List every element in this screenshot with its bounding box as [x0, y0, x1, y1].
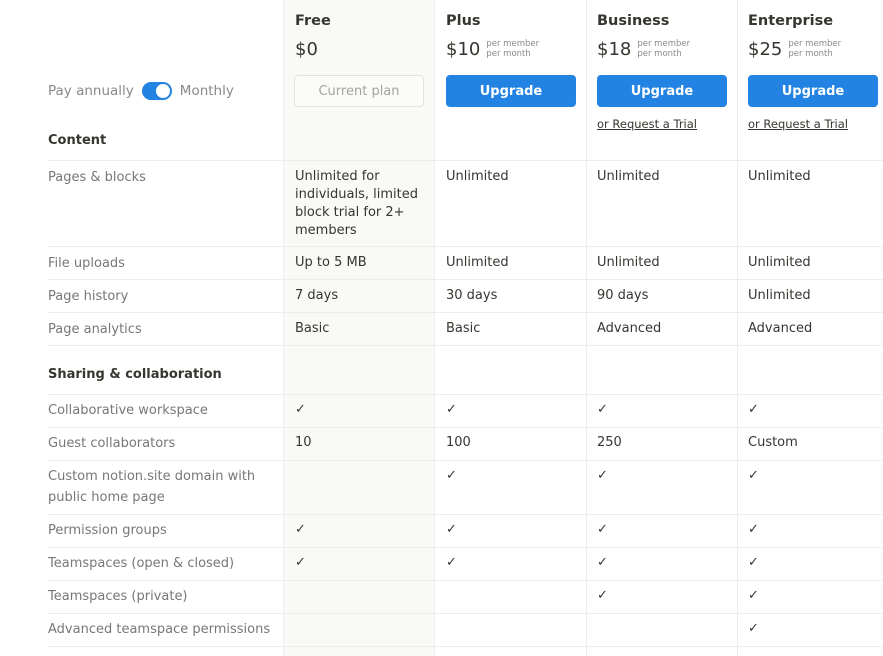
feature-value: 90 days: [597, 288, 649, 303]
current-plan-button[interactable]: Current plan: [294, 75, 424, 107]
upgrade-business-button[interactable]: Upgrade: [597, 75, 727, 107]
column-divider: [434, 0, 435, 656]
feature-value: 7 days: [295, 288, 339, 303]
row-divider: [48, 580, 883, 581]
feature-label: Teamspaces (private): [48, 589, 188, 604]
request-trial-business-link[interactable]: or Request a Trial: [597, 117, 697, 131]
feature-label: Custom notion.site domain with public ho…: [48, 469, 256, 505]
feature-value: Unlimited: [597, 169, 660, 184]
plan-name: Business: [597, 13, 670, 29]
checkmark-icon: ✓: [446, 555, 457, 570]
checkmark-icon: ✓: [295, 555, 306, 570]
plan-name: Plus: [446, 13, 481, 29]
feature-value: Custom: [748, 435, 798, 450]
feature-value: 30 days: [446, 288, 498, 303]
section-title: Sharing & collaboration: [48, 367, 222, 382]
feature-label: File uploads: [48, 256, 125, 271]
price-note: per member per month: [788, 39, 842, 59]
feature-value: Unlimited for individuals, limited block…: [295, 169, 418, 238]
checkmark-icon: ✓: [748, 522, 759, 537]
feature-label: Page history: [48, 289, 129, 304]
feature-value: Unlimited: [748, 288, 811, 303]
checkmark-icon: ✓: [597, 522, 608, 537]
row-divider: [48, 345, 883, 346]
toggle-knob: [155, 84, 170, 98]
row-divider: [48, 246, 883, 247]
request-trial-enterprise-link[interactable]: or Request a Trial: [748, 117, 848, 131]
row-divider: [48, 427, 883, 428]
feature-value: Advanced: [597, 321, 662, 336]
feature-label: Advanced teamspace permissions: [48, 622, 271, 637]
plan-name: Enterprise: [748, 13, 834, 29]
feature-value: Basic: [295, 321, 330, 336]
checkmark-icon: ✓: [295, 522, 306, 537]
feature-value: Basic: [446, 321, 481, 336]
feature-label: Pages & blocks: [48, 170, 146, 185]
section-title: Content: [48, 133, 107, 148]
price-note: per member per month: [637, 39, 691, 59]
column-divider: [283, 0, 284, 656]
checkmark-icon: ✓: [748, 555, 759, 570]
checkmark-icon: ✓: [446, 402, 457, 417]
monthly-label[interactable]: Monthly: [180, 83, 234, 99]
price-note: per member per month: [486, 39, 540, 59]
checkmark-icon: ✓: [748, 621, 759, 636]
checkmark-icon: ✓: [748, 468, 759, 483]
plan-price: $25: [748, 39, 783, 60]
feature-label: Permission groups: [48, 523, 167, 538]
row-divider: [48, 312, 883, 313]
checkmark-icon: ✓: [446, 468, 457, 483]
billing-toggle[interactable]: [141, 82, 172, 100]
row-divider: [48, 514, 883, 515]
feature-label: Page analytics: [48, 322, 142, 337]
feature-label: Guest collaborators: [48, 436, 176, 451]
feature-value: Up to 5 MB: [295, 255, 367, 270]
column-divider: [586, 0, 587, 656]
plan-price: $10: [446, 39, 481, 60]
upgrade-enterprise-button[interactable]: Upgrade: [748, 75, 878, 107]
checkmark-icon: ✓: [446, 522, 457, 537]
pay-annually-label[interactable]: Pay annually: [48, 83, 134, 99]
feature-value: Unlimited: [748, 255, 811, 270]
checkmark-icon: ✓: [597, 588, 608, 603]
plan-price: $0: [295, 39, 318, 60]
row-divider: [48, 394, 883, 395]
row-divider: [48, 279, 883, 280]
checkmark-icon: ✓: [295, 402, 306, 417]
feature-value: Unlimited: [446, 255, 509, 270]
column-divider: [737, 0, 738, 656]
row-divider: [48, 547, 883, 548]
feature-value: Unlimited: [597, 255, 660, 270]
checkmark-icon: ✓: [597, 468, 608, 483]
row-divider: [48, 646, 883, 647]
checkmark-icon: ✓: [597, 402, 608, 417]
feature-label: Collaborative workspace: [48, 403, 208, 418]
row-divider: [48, 613, 883, 614]
checkmark-icon: ✓: [597, 555, 608, 570]
plan-price: $18: [597, 39, 632, 60]
plan-name: Free: [295, 13, 331, 29]
row-divider: [48, 460, 883, 461]
upgrade-plus-button[interactable]: Upgrade: [446, 75, 576, 107]
feature-label: Teamspaces (open & closed): [48, 556, 235, 571]
feature-value: 100: [446, 435, 471, 450]
checkmark-icon: ✓: [748, 402, 759, 417]
feature-value: 250: [597, 435, 622, 450]
feature-value: Unlimited: [748, 169, 811, 184]
feature-value: Advanced: [748, 321, 813, 336]
billing-toggle-group: Pay annually Monthly: [48, 82, 234, 100]
row-divider: [48, 160, 883, 161]
checkmark-icon: ✓: [748, 588, 759, 603]
feature-value: Unlimited: [446, 169, 509, 184]
feature-value: 10: [295, 435, 312, 450]
